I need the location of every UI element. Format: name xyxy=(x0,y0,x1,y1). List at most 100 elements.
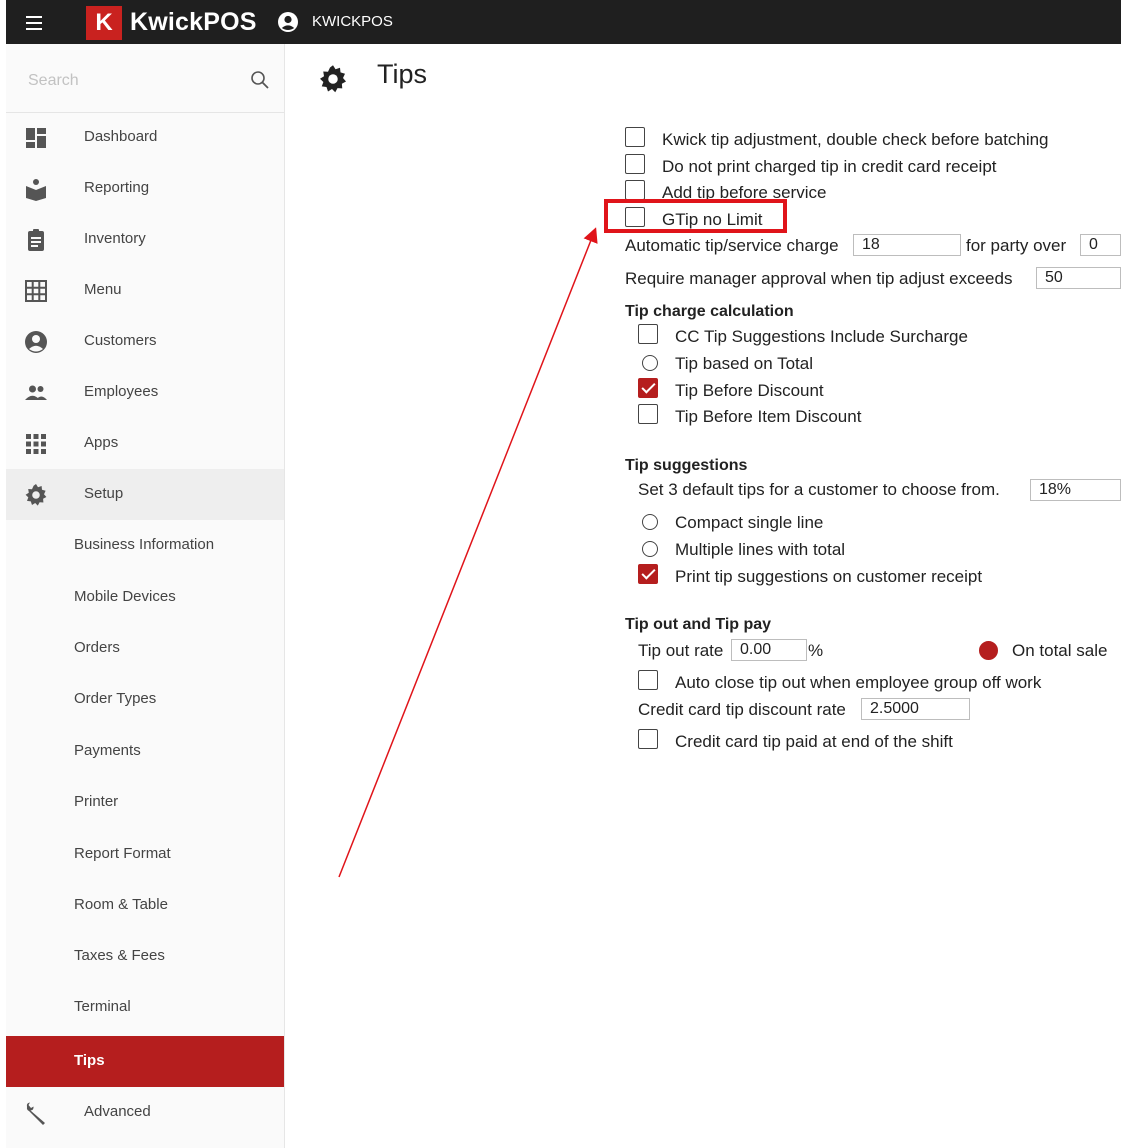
multiple-lines-radio[interactable] xyxy=(642,541,658,557)
gear-icon xyxy=(320,65,346,93)
sidebar-item-employees[interactable]: Employees xyxy=(6,367,284,418)
sidebar-item-label: Report Format xyxy=(74,845,171,862)
print-tip-suggestions-checkbox[interactable] xyxy=(638,564,658,584)
tip-out-heading: Tip out and Tip pay xyxy=(625,616,772,633)
default-tips-label: Set 3 default tips for a customer to cho… xyxy=(638,480,1000,499)
sidebar-item-label: Tips xyxy=(74,1052,105,1069)
tip-before-discount-checkbox[interactable] xyxy=(638,378,658,398)
sidebar-item-dashboard[interactable]: Dashboard xyxy=(6,112,284,163)
no-print-tip-checkbox[interactable] xyxy=(625,154,645,174)
manager-approval-label: Require manager approval when tip adjust… xyxy=(625,269,1013,288)
percent-sign: % xyxy=(808,641,824,660)
dashboard-icon xyxy=(26,128,46,148)
on-total-sale-label: On total sale xyxy=(1012,641,1108,660)
sidebar-item-advanced[interactable]: Advanced xyxy=(6,1087,284,1138)
auto-close-tip-out-checkbox[interactable] xyxy=(638,670,658,690)
sidebar-item-inventory[interactable]: Inventory xyxy=(6,214,284,265)
search-input[interactable] xyxy=(26,66,230,96)
sidebar-item-label: Customers xyxy=(84,332,157,349)
annotation-highlight-box xyxy=(604,199,787,233)
sidebar-item-label: Setup xyxy=(84,485,124,502)
sidebar-item-label: Employees xyxy=(84,383,159,400)
sidebar-item-label: Advanced xyxy=(84,1103,151,1120)
auto-tip-label: Automatic tip/service charge xyxy=(625,236,839,255)
sidebar-item-report-format[interactable]: Report Format xyxy=(6,829,284,880)
sidebar-item-apps[interactable]: Apps xyxy=(6,418,284,469)
tip-suggestions-heading: Tip suggestions xyxy=(625,457,748,474)
add-tip-before-checkbox[interactable] xyxy=(625,180,645,200)
cc-surcharge-label: CC Tip Suggestions Include Surcharge xyxy=(675,327,968,346)
sidebar-item-label: Dashboard xyxy=(84,128,158,145)
brand-name: KwickPOS xyxy=(130,8,257,36)
gear-icon xyxy=(25,484,47,506)
user-account-icon[interactable] xyxy=(278,12,298,32)
tip-out-rate-label: Tip out rate xyxy=(638,641,724,660)
employees-icon xyxy=(25,385,47,400)
page-title: Tips xyxy=(377,59,428,89)
auto-tip-input[interactable] xyxy=(853,234,961,256)
sidebar-item-taxes-fees[interactable]: Taxes & Fees xyxy=(6,931,284,982)
tip-out-rate-input[interactable] xyxy=(731,639,807,661)
sidebar-item-tips[interactable]: Tips xyxy=(6,1036,284,1087)
sidebar-item-label: Reporting xyxy=(84,179,150,196)
sidebar-item-label: Terminal xyxy=(74,998,131,1015)
tip-charge-heading: Tip charge calculation xyxy=(625,303,794,320)
sidebar-item-label: Order Types xyxy=(74,690,157,707)
user-name[interactable]: KWICKPOS xyxy=(312,12,393,32)
search-icon[interactable] xyxy=(250,70,270,90)
hamburger-menu-icon[interactable] xyxy=(26,12,42,32)
sidebar-item-menu[interactable]: Menu xyxy=(6,265,284,316)
tip-before-item-discount-checkbox[interactable] xyxy=(638,404,658,424)
kwick-tip-label: Kwick tip adjustment, double check befor… xyxy=(662,130,1049,149)
sidebar-item-label: Business Information xyxy=(74,536,215,553)
party-over-input[interactable] xyxy=(1080,234,1121,256)
tip-before-item-discount-label: Tip Before Item Discount xyxy=(675,407,862,426)
sidebar-item-customers[interactable]: Customers xyxy=(6,316,284,367)
customer-icon xyxy=(25,331,47,353)
sidebar-item-label: Apps xyxy=(84,434,119,451)
sidebar-item-setup[interactable]: Setup xyxy=(6,469,284,520)
party-over-label: for party over xyxy=(966,236,1067,255)
on-total-sale-radio[interactable] xyxy=(979,641,998,660)
tip-based-on-total-label: Tip based on Total xyxy=(675,354,813,373)
cc-tip-discount-input[interactable] xyxy=(861,698,970,720)
menu-grid-icon xyxy=(25,280,47,302)
sidebar-item-label: Printer xyxy=(74,793,119,810)
auto-close-tip-out-label: Auto close tip out when employee group o… xyxy=(675,673,1042,692)
sidebar-item-label: Mobile Devices xyxy=(74,588,176,605)
sidebar-item-payments[interactable]: Payments xyxy=(6,726,284,777)
cc-tip-paid-end-label: Credit card tip paid at end of the shift xyxy=(675,732,953,751)
sidebar: Dashboard Reporting Inventory Menu Custo… xyxy=(6,44,285,1148)
sidebar-item-room-table[interactable]: Room & Table xyxy=(6,880,284,931)
sidebar-item-order-types[interactable]: Order Types xyxy=(6,674,284,725)
cc-surcharge-checkbox[interactable] xyxy=(638,324,658,344)
sidebar-item-label: Inventory xyxy=(84,230,146,247)
sidebar-item-mobile-devices[interactable]: Mobile Devices xyxy=(6,572,284,623)
sidebar-item-label: Payments xyxy=(74,742,141,759)
sidebar-item-label: Room & Table xyxy=(74,896,168,913)
cc-tip-paid-end-checkbox[interactable] xyxy=(638,729,658,749)
wrench-icon xyxy=(26,1102,45,1125)
kwickpos-logo: K xyxy=(86,6,122,40)
manager-approval-input[interactable] xyxy=(1036,267,1121,289)
sidebar-item-printer[interactable]: Printer xyxy=(6,777,284,828)
sidebar-item-label: Menu xyxy=(84,281,122,298)
reporting-icon xyxy=(26,179,46,201)
no-print-tip-label: Do not print charged tip in credit card … xyxy=(662,157,997,176)
tip-before-discount-label: Tip Before Discount xyxy=(675,381,824,400)
top-bar: K KwickPOS KWICKPOS xyxy=(6,0,1121,44)
tip-based-on-total-radio[interactable] xyxy=(642,355,658,371)
sidebar-item-reporting[interactable]: Reporting xyxy=(6,163,284,214)
sidebar-item-orders[interactable]: Orders xyxy=(6,623,284,674)
compact-single-line-radio[interactable] xyxy=(642,514,658,530)
sidebar-item-business-information[interactable]: Business Information xyxy=(6,520,284,571)
inventory-icon xyxy=(28,229,44,251)
apps-icon xyxy=(26,434,46,454)
cc-tip-discount-label: Credit card tip discount rate xyxy=(638,700,846,719)
compact-single-line-label: Compact single line xyxy=(675,513,824,532)
kwick-tip-checkbox[interactable] xyxy=(625,127,645,147)
sidebar-item-terminal[interactable]: Terminal xyxy=(6,982,284,1033)
default-tips-input[interactable] xyxy=(1030,479,1121,501)
sidebar-item-label: Orders xyxy=(74,639,120,656)
print-tip-suggestions-label: Print tip suggestions on customer receip… xyxy=(675,567,983,586)
